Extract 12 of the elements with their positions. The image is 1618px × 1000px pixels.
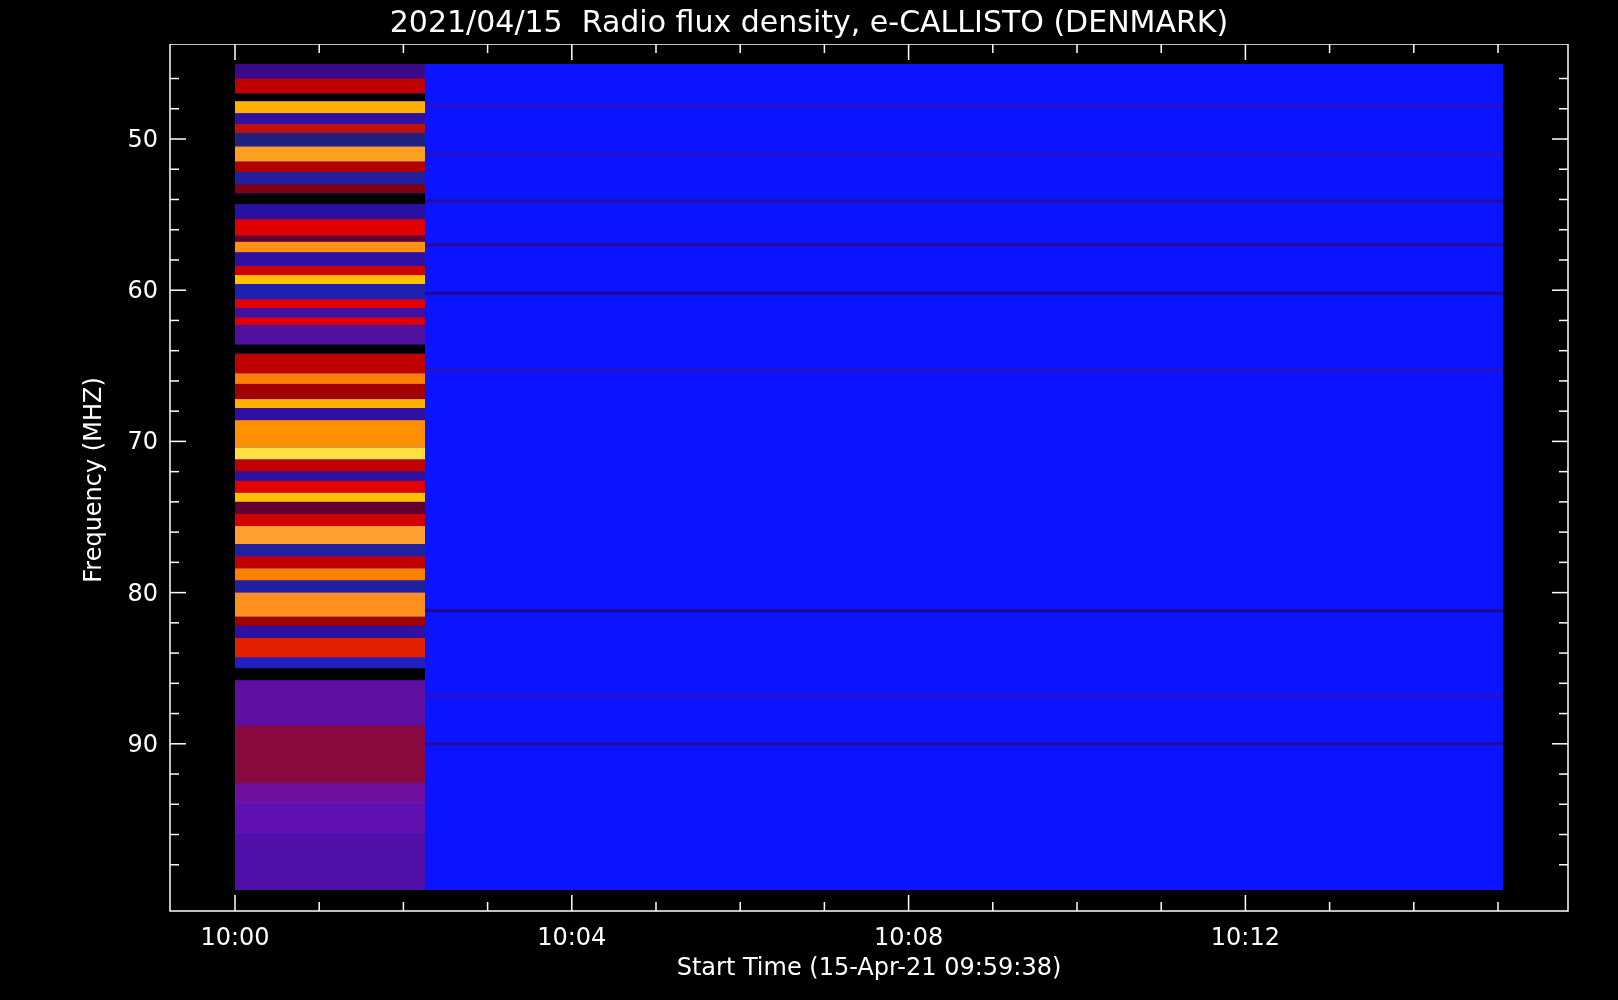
x-axis-label: Start Time (15-Apr-21 09:59:38) [676, 953, 1062, 981]
y-tick-label: 80 [127, 578, 158, 607]
y-tick-label: 90 [127, 729, 158, 758]
x-tick-label: 10:00 [200, 923, 270, 951]
y-tick-label: 50 [127, 125, 158, 153]
y-tick-label: 70 [127, 427, 158, 456]
x-tick-label: 10:12 [1210, 923, 1280, 951]
chart-title: 2021/04/15 Radio flux density, e-CALLISTO (DENMARK) [389, 7, 1229, 37]
y-axis-label: Frequency (MHZ) [79, 377, 107, 583]
x-tick-label: 10:04 [537, 923, 607, 951]
y-tick-label: 60 [127, 276, 158, 305]
x-tick-label: 10:08 [874, 923, 944, 951]
